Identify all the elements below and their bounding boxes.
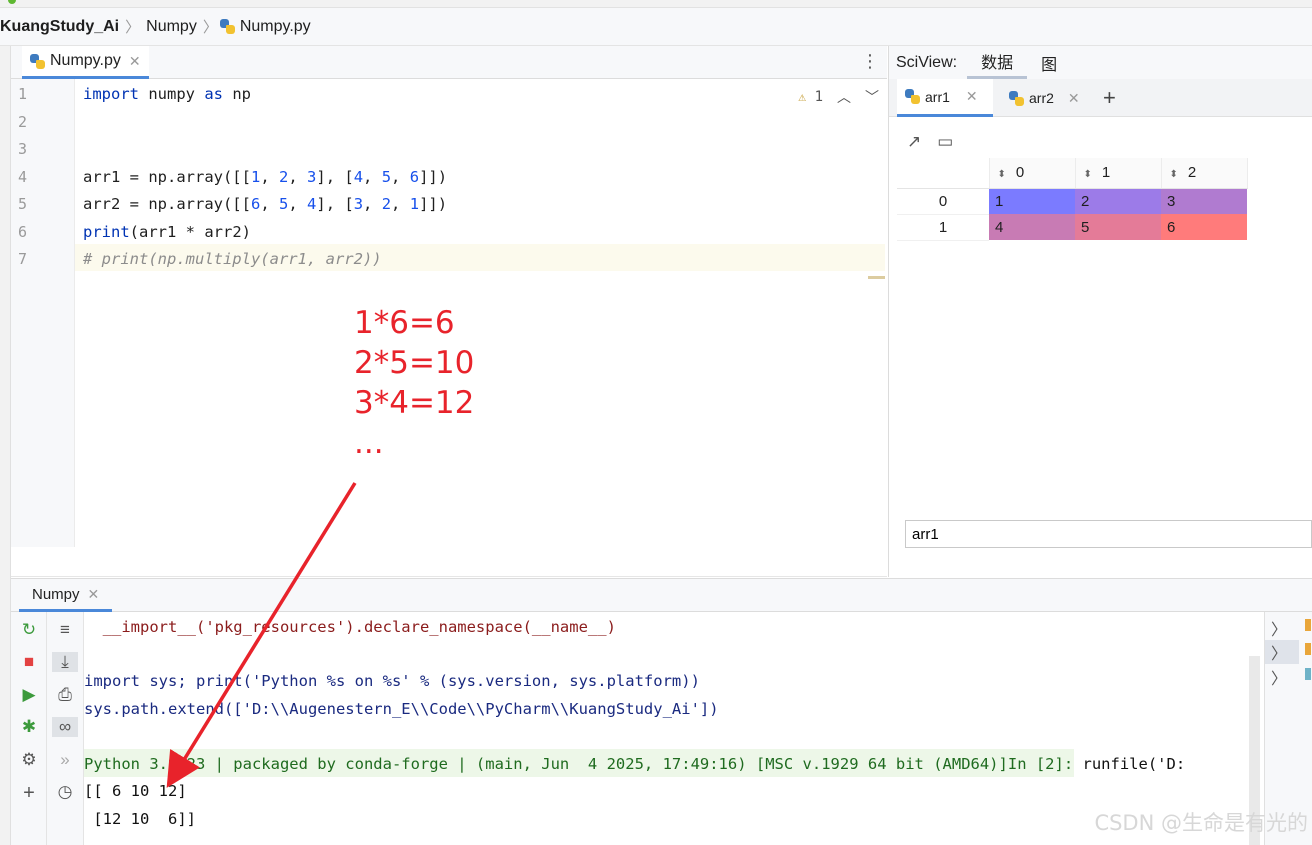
annotation-arrow-line: [166, 482, 357, 788]
annotation-arrow: [166, 482, 357, 788]
